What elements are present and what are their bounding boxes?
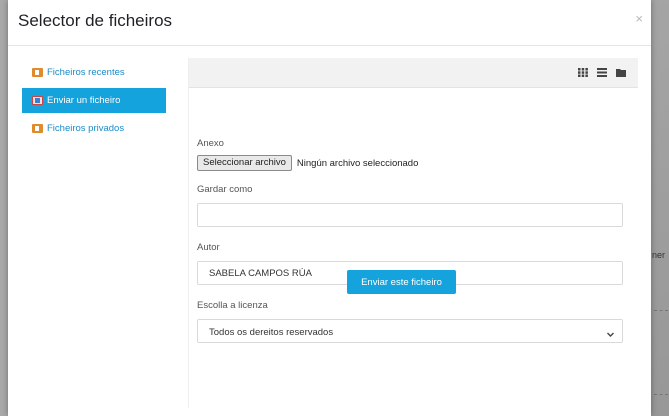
upload-icon <box>32 96 43 105</box>
license-label: Escolla a licenza <box>197 300 268 311</box>
backdrop-text: ner <box>652 250 666 260</box>
private-files-icon <box>32 124 43 133</box>
file-picker-dialog: Selector de ficheiros × Ficheiros recent… <box>8 0 651 416</box>
sidebar-item-label: Ficheiros privados <box>47 123 125 134</box>
license-selected-value: Todos os dereitos reservados <box>209 327 334 338</box>
backdrop-divider <box>654 394 668 395</box>
dialog-title: Selector de ficheiros <box>18 11 173 30</box>
author-label: Autor <box>197 242 220 253</box>
license-select[interactable]: Todos os dereitos reservados <box>197 319 623 343</box>
save-as-label: Gardar como <box>197 184 253 195</box>
backdrop-page <box>651 0 669 416</box>
upload-panel: Anexo Seleccionar archivo Ningún archivo… <box>188 58 638 408</box>
sidebar-item-recent-files[interactable]: Ficheiros recentes <box>22 60 166 85</box>
upload-file-button[interactable]: Enviar este ficheiro <box>347 270 456 294</box>
backdrop-divider <box>654 310 668 311</box>
choose-file-button[interactable]: Seleccionar archivo <box>197 155 292 171</box>
view-buttons <box>574 64 629 80</box>
recent-files-icon <box>32 68 43 77</box>
sidebar-item-private-files[interactable]: Ficheiros privados <box>22 116 166 141</box>
view-toolbar <box>189 58 638 88</box>
sidebar-item-label: Ficheiros recentes <box>47 67 125 78</box>
file-status-text: Ningún archivo seleccionado <box>296 157 419 169</box>
icons-view-icon[interactable] <box>574 64 591 80</box>
dialog-header: Selector de ficheiros × <box>8 0 651 46</box>
attachment-label: Anexo <box>197 138 224 149</box>
list-view-icon[interactable] <box>593 64 610 80</box>
save-as-input[interactable] <box>197 203 623 227</box>
upload-form: Anexo Seleccionar archivo Ningún archivo… <box>197 138 623 343</box>
repository-sidebar: Ficheiros recentes Enviar un ficheiro Fi… <box>22 60 166 144</box>
sidebar-item-upload-file[interactable]: Enviar un ficheiro <box>22 88 166 113</box>
backdrop-strip <box>651 0 669 416</box>
chevron-down-icon <box>606 326 615 344</box>
close-icon[interactable]: × <box>635 11 643 26</box>
tree-view-icon[interactable] <box>612 64 629 80</box>
file-input-row: Seleccionar archivo Ningún archivo selec… <box>197 155 623 171</box>
sidebar-item-label: Enviar un ficheiro <box>47 95 121 106</box>
